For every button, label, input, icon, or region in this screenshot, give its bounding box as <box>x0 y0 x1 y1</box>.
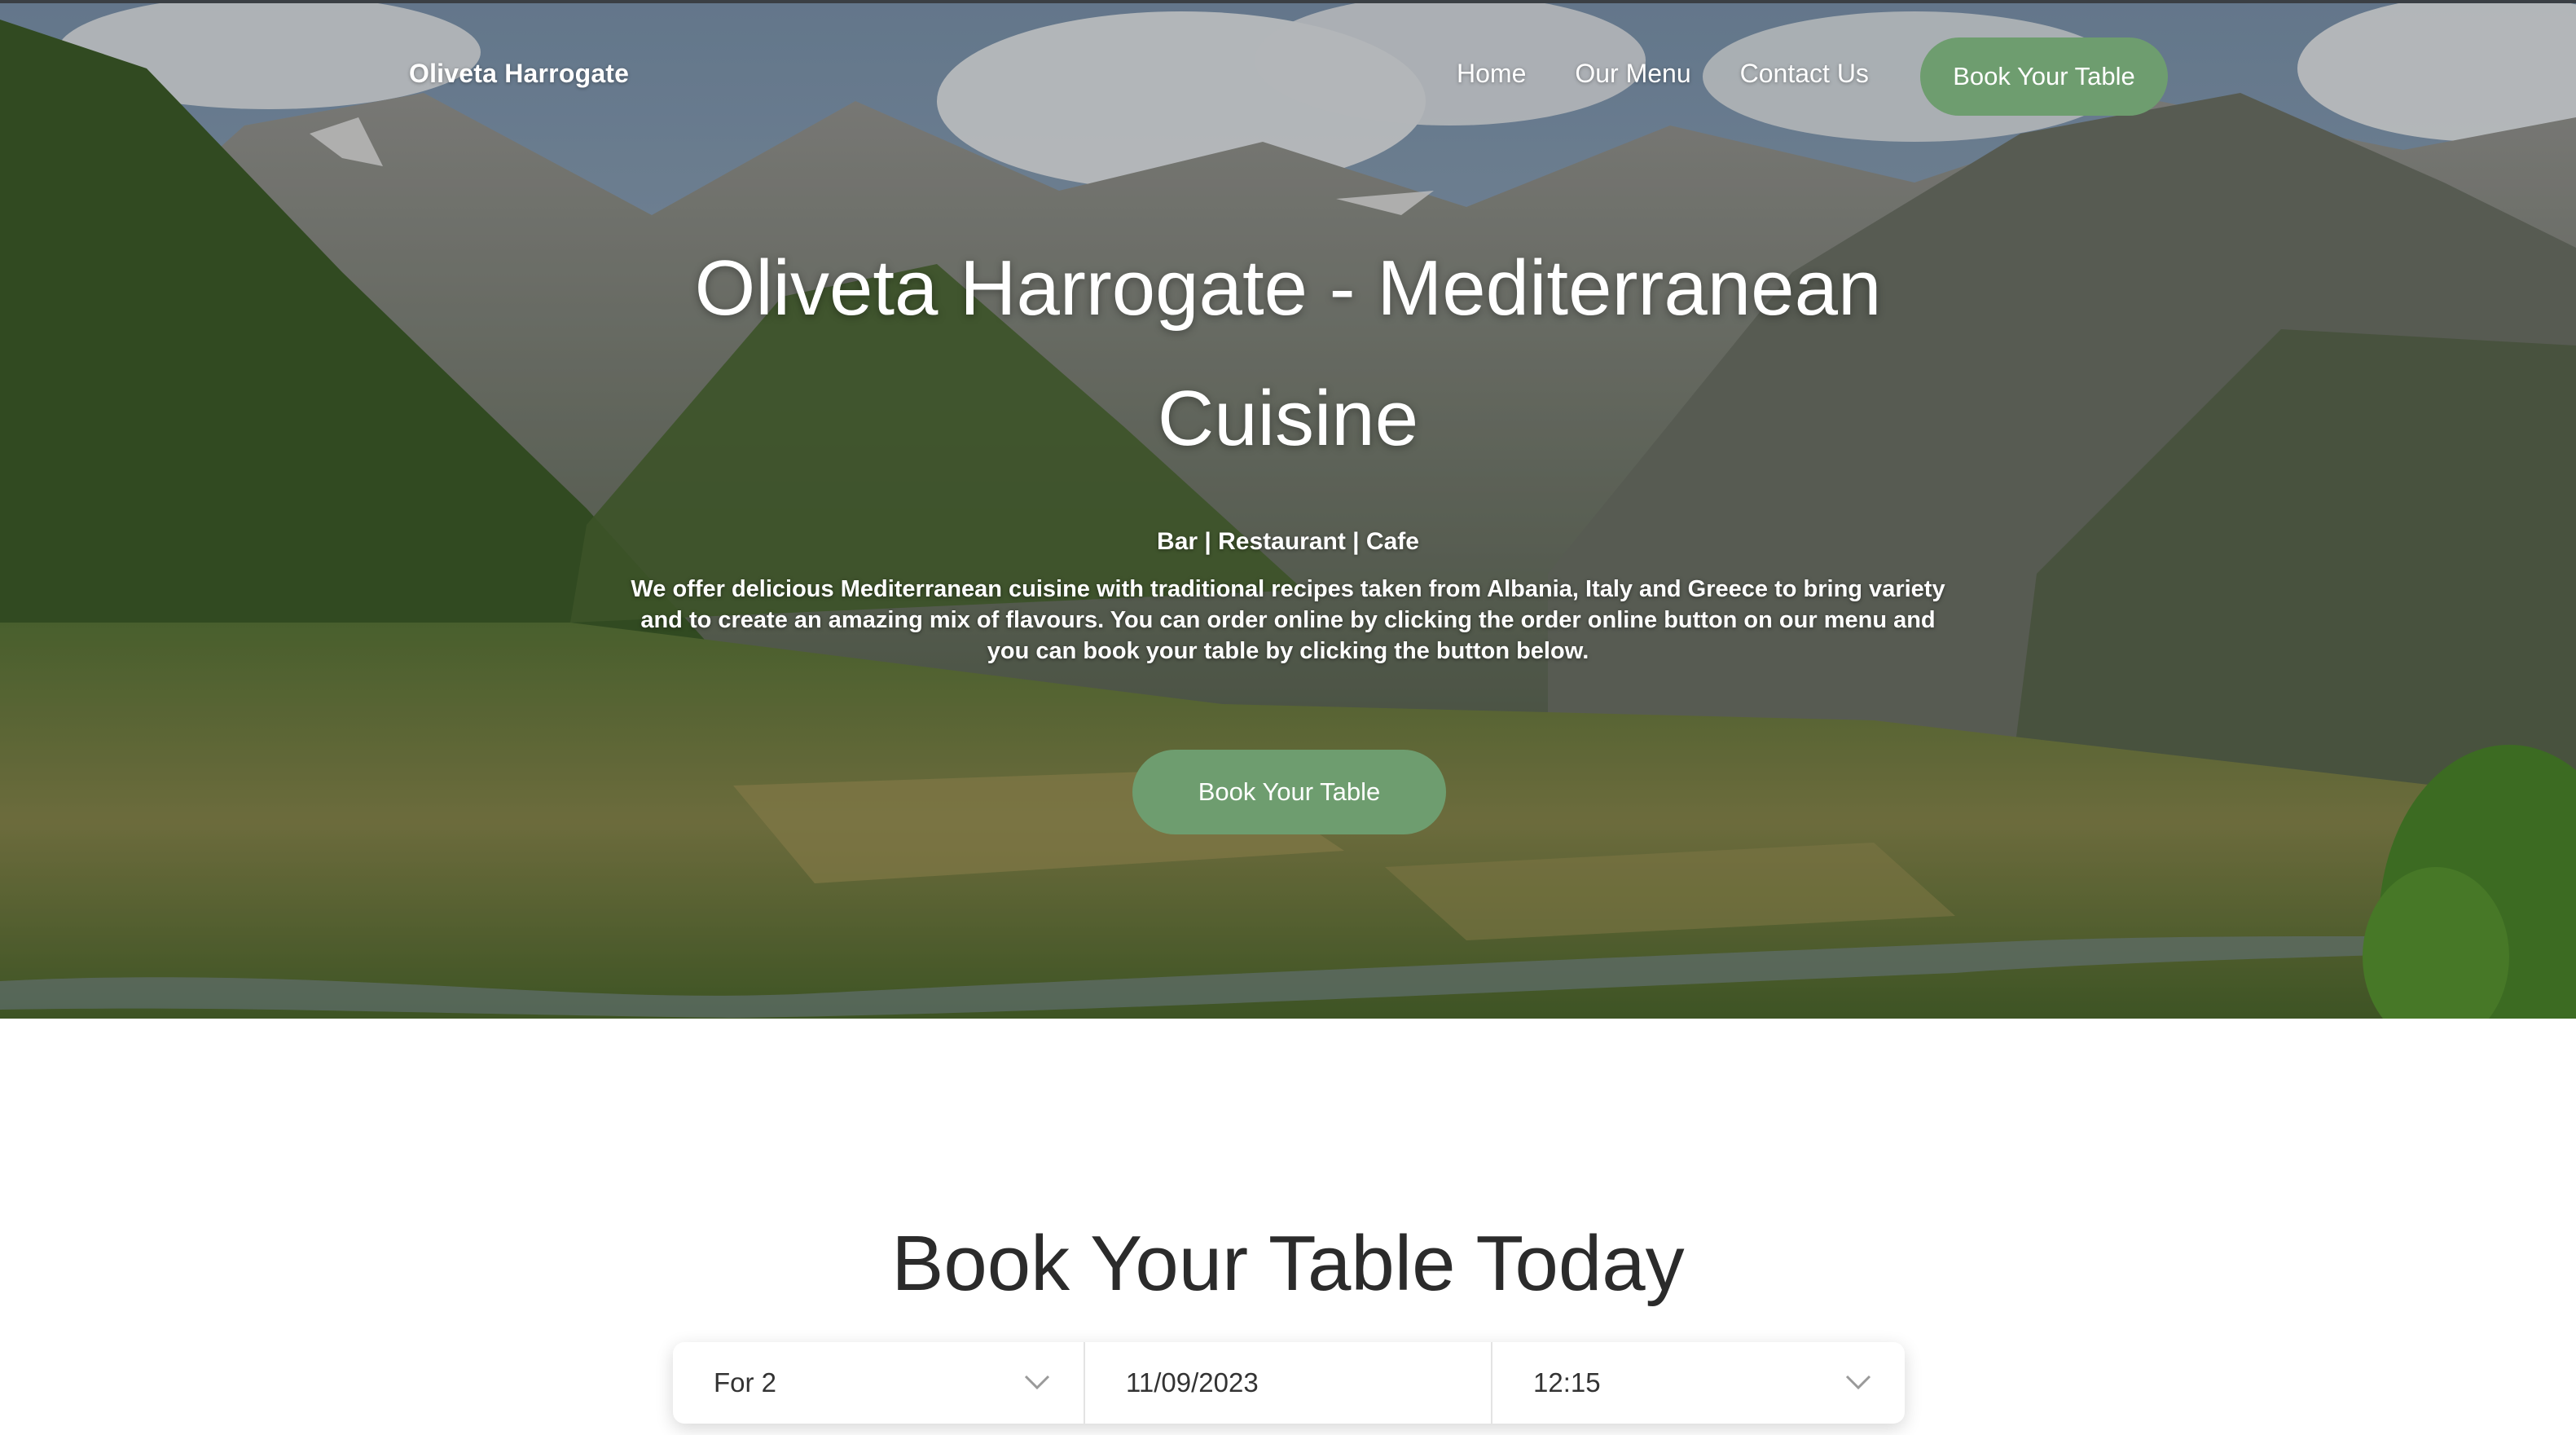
hero-book-table-button[interactable]: Book Your Table <box>1132 750 1446 834</box>
nav-book-table-button[interactable]: Book Your Table <box>1920 37 2168 116</box>
page: Oliveta Harrogate Home Our Menu Contact … <box>0 0 2576 1435</box>
hero-title: Oliveta Harrogate - Mediterranean Cuisin… <box>694 244 1882 462</box>
booking-form: For 2 11/09/2023 12:15 <box>673 1342 1905 1424</box>
chevron-down-icon <box>1845 1375 1871 1390</box>
booking-title: Book Your Table Today <box>891 1220 1685 1307</box>
hero-description: We offer delicious Mediterranean cuisine… <box>631 576 1945 664</box>
party-size-select[interactable]: For 2 <box>673 1342 1085 1424</box>
nav-link-home[interactable]: Home <box>1457 59 1526 89</box>
chevron-down-icon <box>1024 1375 1050 1390</box>
time-value: 12:15 <box>1533 1367 1601 1398</box>
date-input[interactable]: 11/09/2023 <box>1085 1342 1492 1424</box>
site-brand[interactable]: Oliveta Harrogate <box>409 59 629 89</box>
date-value: 11/09/2023 <box>1126 1367 1259 1398</box>
time-select[interactable]: 12:15 <box>1492 1342 1905 1424</box>
hero-overlay <box>0 3 2576 1019</box>
nav-link-contact-us[interactable]: Contact Us <box>1740 59 1869 89</box>
nav-link-our-menu[interactable]: Our Menu <box>1575 59 1690 89</box>
party-size-value: For 2 <box>714 1367 777 1398</box>
hero-tagline: Bar | Restaurant | Cafe <box>1157 528 1419 555</box>
hero-section: Oliveta Harrogate Home Our Menu Contact … <box>0 0 2576 1019</box>
main-navigation: Home Our Menu Contact Us <box>1457 59 1869 89</box>
